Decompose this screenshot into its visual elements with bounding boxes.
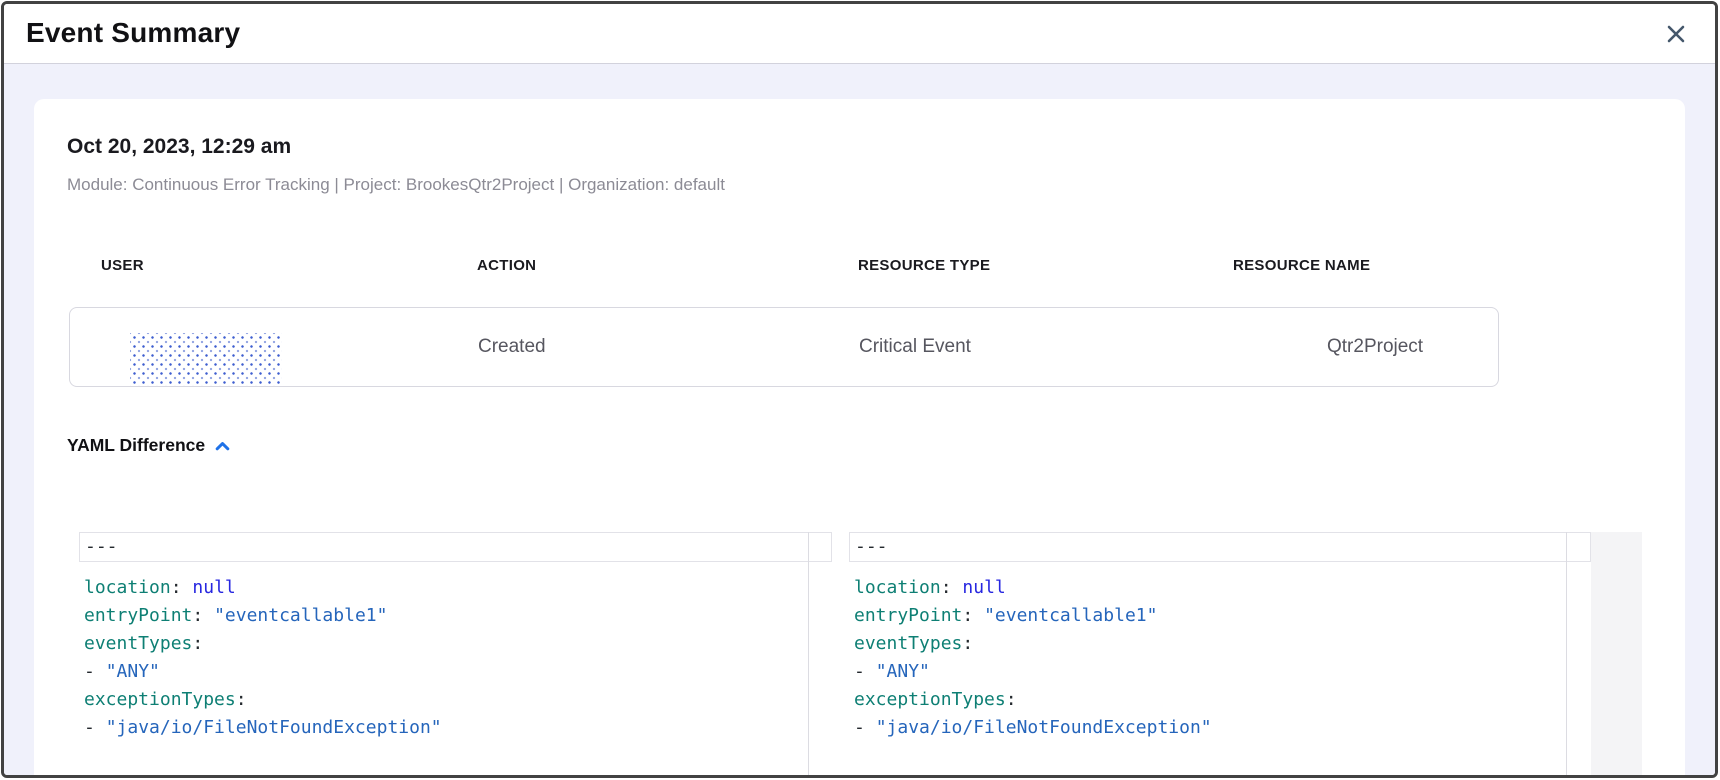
audit-table-header-row: USER ACTION RESOURCE TYPE RESOURCE NAME xyxy=(34,257,1685,277)
code-line: exceptionTypes: xyxy=(849,686,1591,714)
code-token: "java/io/FileNotFoundException" xyxy=(876,717,1212,738)
code-token: eventTypes xyxy=(854,633,962,654)
modal-header: Event Summary xyxy=(4,4,1715,64)
chevron-up-icon xyxy=(214,436,231,455)
code-token: entryPoint xyxy=(854,605,962,626)
event-context: Module: Continuous Error Tracking | Proj… xyxy=(67,175,725,195)
code-token: null xyxy=(192,577,235,598)
column-header: USER xyxy=(101,257,144,274)
code-token: : xyxy=(941,577,963,598)
column-header: ACTION xyxy=(477,257,536,274)
yaml-difference-label: YAML Difference xyxy=(67,435,205,456)
code-token: "eventcallable1" xyxy=(984,605,1157,626)
code-line: - "ANY" xyxy=(79,658,832,686)
diff-scrollbar-track[interactable] xyxy=(1591,532,1642,775)
code-line: eventTypes: xyxy=(849,630,1591,658)
code-token: - xyxy=(854,717,876,738)
code-body: location: nullentryPoint: "eventcallable… xyxy=(79,562,832,742)
diff-pane-right[interactable]: --- location: nullentryPoint: "eventcall… xyxy=(849,532,1591,775)
code-token: location xyxy=(84,577,171,598)
event-summary-card: Oct 20, 2023, 12:29 am Module: Continuou… xyxy=(34,99,1685,775)
code-token: : xyxy=(192,633,203,654)
code-token: exceptionTypes xyxy=(84,689,236,710)
event-summary-modal: Event Summary Oct 20, 2023, 12:29 am Mod… xyxy=(1,1,1718,778)
code-body: location: nullentryPoint: "eventcallable… xyxy=(849,562,1591,742)
code-token: "ANY" xyxy=(106,661,160,682)
code-token: - xyxy=(854,661,876,682)
column-header: RESOURCE NAME xyxy=(1233,257,1370,274)
code-token: : xyxy=(236,689,247,710)
audit-table-row: Created Critical Event Qtr2Project xyxy=(69,307,1499,387)
code-token: - xyxy=(84,717,106,738)
code-line: - "ANY" xyxy=(849,658,1591,686)
code-line: location: null xyxy=(79,574,832,602)
code-token: eventTypes xyxy=(84,633,192,654)
diff-pane-left[interactable]: --- location: nullentryPoint: "eventcall… xyxy=(79,532,832,775)
code-token: : xyxy=(192,605,214,626)
code-token: "ANY" xyxy=(876,661,930,682)
code-line: exceptionTypes: xyxy=(79,686,832,714)
code-token: "eventcallable1" xyxy=(214,605,387,626)
code-token: : xyxy=(171,577,193,598)
doc-start-line: --- xyxy=(849,532,1591,562)
code-token: "java/io/FileNotFoundException" xyxy=(106,717,442,738)
close-button[interactable] xyxy=(1661,20,1691,50)
code-token: --- xyxy=(85,536,118,557)
code-line: location: null xyxy=(849,574,1591,602)
doc-start-line: --- xyxy=(79,532,832,562)
modal-body: Oct 20, 2023, 12:29 am Module: Continuou… xyxy=(4,64,1715,775)
resource-name-cell: Qtr2Project xyxy=(1327,308,1423,386)
yaml-diff-viewer: --- location: nullentryPoint: "eventcall… xyxy=(79,532,1642,775)
event-timestamp: Oct 20, 2023, 12:29 am xyxy=(67,135,291,159)
code-token: location xyxy=(854,577,941,598)
code-token: : xyxy=(1006,689,1017,710)
code-token: : xyxy=(962,605,984,626)
code-line: entryPoint: "eventcallable1" xyxy=(849,602,1591,630)
code-token: --- xyxy=(855,536,888,557)
code-line: - "java/io/FileNotFoundException" xyxy=(849,714,1591,742)
code-line: eventTypes: xyxy=(79,630,832,658)
code-token: - xyxy=(84,661,106,682)
pane-gap xyxy=(832,532,849,775)
pane-divider xyxy=(808,532,809,775)
code-line: entryPoint: "eventcallable1" xyxy=(79,602,832,630)
code-token: null xyxy=(962,577,1005,598)
action-cell: Created xyxy=(478,308,546,386)
modal-title: Event Summary xyxy=(26,17,240,49)
code-token: entryPoint xyxy=(84,605,192,626)
redacted-user-pattern xyxy=(130,333,282,386)
close-icon xyxy=(1664,22,1688,49)
pane-divider xyxy=(1566,532,1567,775)
code-token: exceptionTypes xyxy=(854,689,1006,710)
column-header: RESOURCE TYPE xyxy=(858,257,990,274)
code-line: - "java/io/FileNotFoundException" xyxy=(79,714,832,742)
resource-type-cell: Critical Event xyxy=(859,308,971,386)
code-token: : xyxy=(962,633,973,654)
yaml-difference-toggle[interactable]: YAML Difference xyxy=(67,433,231,457)
